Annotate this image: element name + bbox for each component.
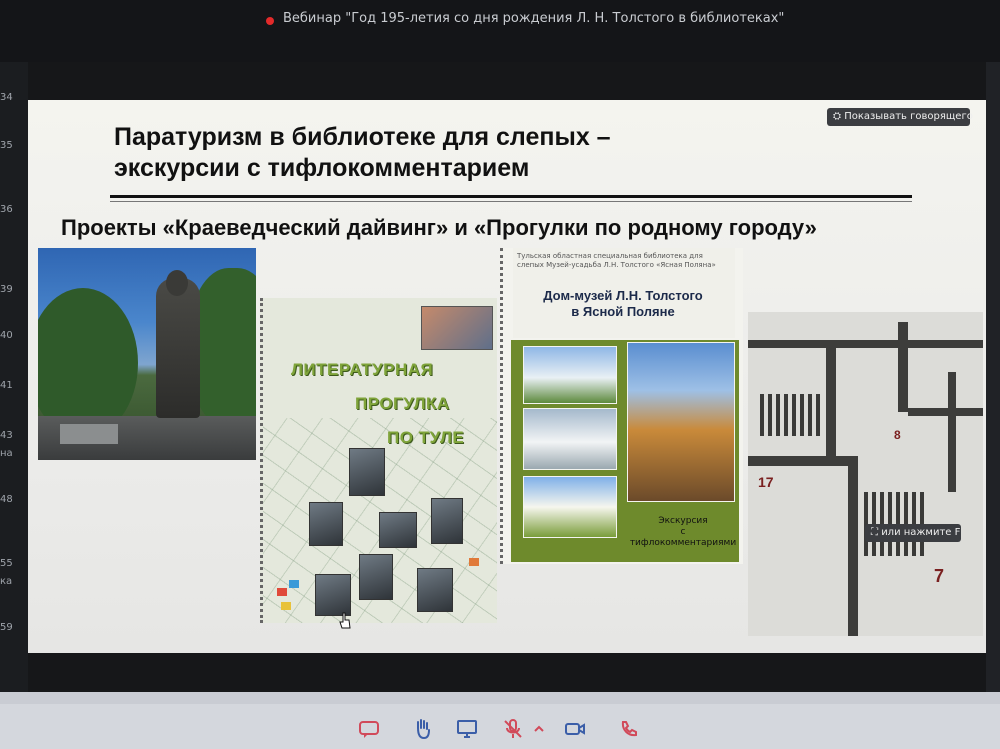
screen-share-button[interactable] bbox=[456, 718, 478, 740]
strip-number: 48 bbox=[0, 494, 13, 505]
phone-hangup-icon bbox=[621, 721, 637, 737]
wall-shape bbox=[748, 456, 858, 466]
raise-hand-button[interactable] bbox=[412, 718, 434, 740]
shared-slide: Паратуризм в библиотеке для слепых – экс… bbox=[28, 100, 986, 653]
brochure-caption: Экскурсия с тифлокомментариями bbox=[628, 516, 738, 549]
statue-photo bbox=[38, 248, 256, 460]
monument-thumb bbox=[359, 554, 393, 600]
statue-shape bbox=[156, 278, 200, 418]
plaque-shape bbox=[60, 424, 118, 444]
meeting-title: Вебинар "Год 195-летия со дня рождения Л… bbox=[283, 11, 785, 26]
raise-hand-icon bbox=[417, 719, 430, 740]
slide-title-line: Паратуризм в библиотеке для слепых – bbox=[114, 123, 611, 151]
slide-title: Паратуризм в библиотеке для слепых – экс… bbox=[114, 122, 611, 184]
slide-title-line: экскурсии с тифлокомментарием bbox=[114, 154, 530, 182]
statue-head-shape bbox=[166, 270, 188, 296]
monitor-icon bbox=[457, 720, 477, 738]
color-square bbox=[281, 602, 291, 610]
wall-shape bbox=[848, 462, 858, 636]
strip-label: ка bbox=[0, 576, 13, 587]
person-icon: ⛭ bbox=[833, 111, 845, 122]
hang-up-button[interactable] bbox=[618, 718, 640, 740]
stair-hatching bbox=[760, 394, 820, 436]
strip-number: 36 bbox=[0, 204, 13, 215]
show-speaker-label: Показывать говорящего bbox=[844, 111, 973, 122]
recording-indicator-icon bbox=[266, 17, 274, 25]
brochure-title-line: Дом-музей Л.Н. Толстого bbox=[543, 288, 703, 303]
wall-shape bbox=[898, 322, 908, 412]
brochure-caption-line: с тифлокомментариями bbox=[629, 527, 737, 548]
strip-number: 40 bbox=[0, 330, 13, 341]
monument-thumb bbox=[431, 498, 463, 544]
walk-booklet: ЛИТЕРАТУРНАЯ ПРОГУЛКА ПО ТУЛЕ bbox=[260, 298, 497, 623]
wall-shape bbox=[826, 348, 836, 458]
house-photo bbox=[523, 476, 617, 538]
monument-thumb bbox=[315, 574, 351, 616]
show-speaker-button[interactable]: ⛭ Показывать говорящего bbox=[827, 108, 973, 126]
room-number: 7 bbox=[934, 566, 945, 586]
monument-thumb bbox=[309, 502, 343, 546]
brochure-title-line: в Ясной Поляне bbox=[571, 304, 675, 319]
meeting-toolbar bbox=[0, 692, 1000, 749]
color-square bbox=[469, 558, 479, 566]
fullscreen-icon: ⛶ bbox=[871, 527, 882, 538]
wall-shape bbox=[948, 372, 956, 492]
camera-icon bbox=[565, 723, 585, 735]
strip-number: 34 bbox=[0, 92, 13, 103]
booklet-thumbnail bbox=[421, 306, 493, 350]
brochure-small-text: Тульская областная специальная библиотек… bbox=[517, 252, 716, 269]
tactile-map-photo: 17 8 7 bbox=[748, 312, 983, 636]
strip-number: 55 bbox=[0, 558, 13, 569]
monument-thumb bbox=[349, 448, 385, 496]
booklet-title-line: ЛИТЕРАТУРНАЯ bbox=[291, 360, 434, 379]
monument-thumb bbox=[379, 512, 417, 548]
room-number: 17 bbox=[758, 474, 774, 490]
brochure-caption-line: Экскурсия bbox=[658, 516, 708, 526]
strip-number: 35 bbox=[0, 140, 13, 151]
right-edge-panel bbox=[986, 62, 1000, 692]
strip-label: на bbox=[0, 448, 13, 459]
chat-button[interactable] bbox=[358, 718, 380, 740]
meeting-header: Вебинар "Год 195-летия со дня рождения Л… bbox=[0, 0, 1000, 62]
museum-brochure: Тульская областная специальная библиотек… bbox=[500, 248, 743, 564]
microphone-button[interactable] bbox=[502, 718, 524, 740]
title-divider-thin bbox=[110, 201, 912, 202]
house-photo bbox=[523, 346, 617, 404]
participants-strip[interactable]: 34 35 36 39 40 41 43 на 48 55 ка 59 bbox=[0, 62, 28, 692]
toolbar-inner bbox=[0, 704, 1000, 749]
strip-number: 39 bbox=[0, 284, 13, 295]
color-square bbox=[277, 588, 287, 596]
wall-shape bbox=[908, 408, 983, 416]
fullscreen-hint-label: или нажмите F bbox=[881, 527, 961, 538]
brochure-title: Дом-музей Л.Н. Толстого в Ясной Поляне bbox=[503, 288, 743, 320]
title-divider bbox=[110, 195, 912, 198]
chevron-up-icon bbox=[534, 725, 544, 732]
strip-number: 59 bbox=[0, 622, 13, 633]
monument-thumb bbox=[417, 568, 453, 612]
slide-subtitle: Проекты «Краеведческий дайвинг» и «Прогу… bbox=[61, 215, 817, 240]
autumn-house-photo bbox=[627, 342, 735, 502]
microphone-options-button[interactable] bbox=[528, 718, 544, 740]
strip-number: 43 bbox=[0, 430, 13, 441]
booklet-title-line: ПО ТУЛЕ bbox=[387, 428, 465, 447]
strip-number: 41 bbox=[0, 380, 13, 391]
wall-shape bbox=[748, 340, 983, 348]
hand-cursor-icon bbox=[339, 612, 351, 629]
fullscreen-hint[interactable]: ⛶ или нажмите F bbox=[865, 524, 961, 542]
camera-button[interactable] bbox=[564, 718, 586, 740]
house-photo bbox=[523, 408, 617, 470]
microphone-muted-icon bbox=[504, 719, 522, 738]
room-number: 8 bbox=[894, 428, 901, 442]
booklet-title-line: ПРОГУЛКА bbox=[355, 394, 450, 413]
color-square bbox=[289, 580, 299, 588]
chat-icon bbox=[359, 721, 379, 738]
